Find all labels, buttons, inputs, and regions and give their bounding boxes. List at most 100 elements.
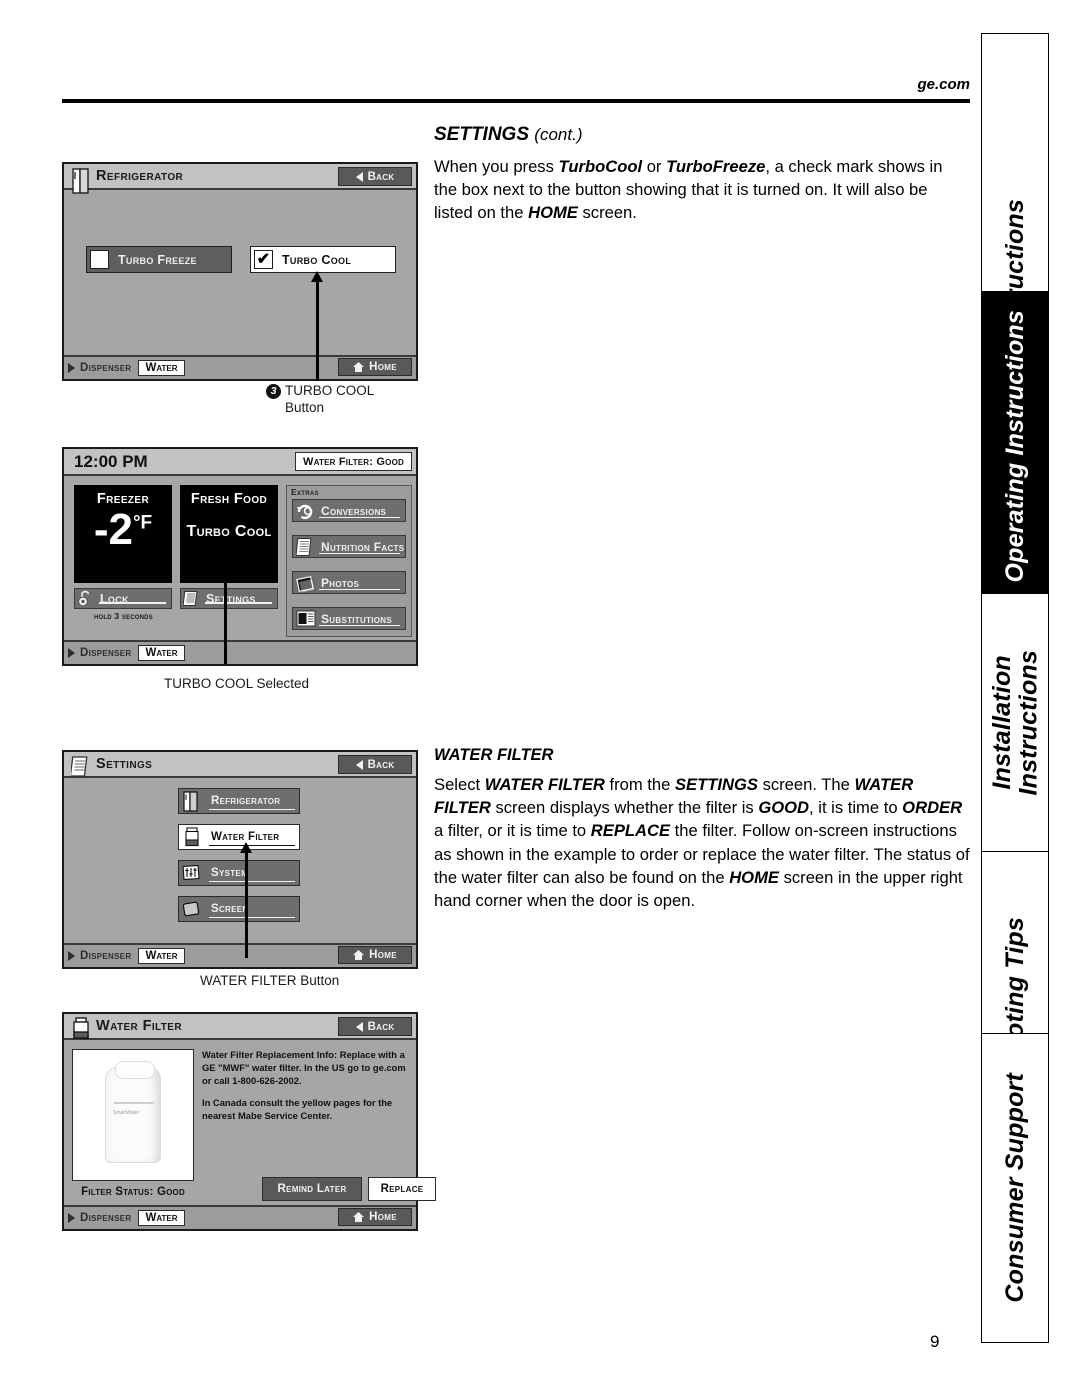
water-mode-pill[interactable]: Water xyxy=(138,948,185,964)
settings-paragraph: When you press TurboCool or TurboFreeze,… xyxy=(434,157,943,223)
water-filter-heading: WATER FILTER xyxy=(434,746,554,764)
conversions-icon xyxy=(297,504,313,520)
settings-item-refrigerator[interactable]: Refrigerator xyxy=(178,788,300,814)
remind-later-label: Remind Later xyxy=(277,1183,347,1195)
lock-button[interactable]: Lock xyxy=(74,588,172,609)
turbo-cool-toggle[interactable]: ✔ Turbo Cool xyxy=(250,246,396,273)
water-mode-pill[interactable]: Water xyxy=(138,645,185,661)
side-tab-label: Consumer Support xyxy=(1000,1073,1029,1303)
screen-title-bar: Water Filter Back xyxy=(64,1014,416,1040)
turbo-cool-checkbox[interactable]: ✔ xyxy=(254,250,273,269)
filter-info-paragraph-2: In Canada consult the yellow pages for t… xyxy=(202,1096,393,1121)
side-tab-label: Installation Instructions xyxy=(987,650,1043,796)
extras-item-label: Conversions xyxy=(321,503,387,518)
water-filter-status-badge[interactable]: Water Filter: Good xyxy=(295,452,412,471)
extras-item-conversions[interactable]: Conversions xyxy=(292,499,406,522)
extras-label: Extras xyxy=(291,487,319,497)
screen-title: Refrigerator xyxy=(96,168,184,184)
side-tab-label: Operating Instructions xyxy=(1000,309,1029,583)
settings-item-screen[interactable]: Screen xyxy=(178,896,300,922)
callout-arrow-turbo-cool-selected xyxy=(219,572,230,664)
settings-screen[interactable]: Settings Back Refrigerator Water Filter xyxy=(62,750,418,969)
extras-panel: Extras Conversions Nutrition Facts Photo… xyxy=(286,485,412,637)
home-button-label: Home xyxy=(369,1211,397,1223)
dispenser-label: Dispenser xyxy=(80,362,132,374)
home-button[interactable]: Home xyxy=(338,358,412,376)
turbo-freeze-checkbox[interactable] xyxy=(90,250,109,269)
home-button-label: Home xyxy=(369,361,397,373)
turbo-freeze-label: Turbo Freeze xyxy=(118,252,197,267)
system-sliders-icon xyxy=(182,864,200,881)
refrigerator-icon xyxy=(72,168,89,194)
photos-icon xyxy=(296,575,316,594)
home-icon xyxy=(353,362,365,372)
water-mode-pill[interactable]: Water xyxy=(138,1210,185,1226)
water-filter-section: WATER FILTER Select WATER FILTER from th… xyxy=(434,746,970,912)
back-button[interactable]: Back xyxy=(338,1017,412,1036)
refrigerator-screen[interactable]: Refrigerator Back Turbo Freeze ✔ Turbo C… xyxy=(62,162,418,381)
water-filter-paragraph: Select WATER FILTER from the SETTINGS sc… xyxy=(434,775,970,911)
fresh-food-zone-label: Fresh Food xyxy=(190,491,268,507)
water-filter-icon xyxy=(185,827,199,847)
turbo-cool-caption: 3 TURBO COOL Button xyxy=(266,383,374,417)
home-button[interactable]: Home xyxy=(338,1208,412,1226)
water-filter-screen[interactable]: Water Filter Back SmartWater Filter Stat… xyxy=(62,1012,436,1231)
callout-badge: 3 xyxy=(266,384,281,400)
lock-icon xyxy=(78,590,90,607)
extras-item-label: Nutrition Facts xyxy=(321,539,405,554)
extras-item-label: Photos xyxy=(321,575,360,590)
settings-section: SETTINGS (cont.) When you press TurboCoo… xyxy=(434,124,970,225)
page-number: 9 xyxy=(930,1332,940,1351)
home-button[interactable]: Home xyxy=(338,946,412,964)
extras-item-photos[interactable]: Photos xyxy=(292,571,406,594)
dispenser-label: Dispenser xyxy=(80,950,132,962)
back-button-label: Back xyxy=(367,170,395,183)
settings-pages-icon xyxy=(183,591,198,606)
water-filter-icon xyxy=(73,1017,89,1039)
back-button[interactable]: Back xyxy=(338,755,412,774)
water-mode-pill[interactable]: Water xyxy=(138,360,185,376)
fresh-food-tile[interactable]: Fresh Food Turbo Cool xyxy=(180,485,278,583)
turbo-cool-caption-line1: TURBO COOL xyxy=(285,383,375,398)
callout-arrow-water-filter-button xyxy=(240,842,251,958)
home-screen[interactable]: 12:00 PM Water Filter: Good Freezer -2°F… xyxy=(62,447,418,666)
site-url: ge.com xyxy=(917,76,970,93)
home-icon xyxy=(353,1212,365,1222)
filter-brand-mark: SmartWater xyxy=(113,1110,140,1116)
replace-button[interactable]: Replace xyxy=(368,1177,436,1201)
settings-item-label: Screen xyxy=(211,903,249,915)
home-button-label: Home xyxy=(369,949,397,961)
settings-button[interactable]: Settings xyxy=(180,588,278,609)
freezer-tile[interactable]: Freezer -2°F xyxy=(74,485,172,583)
settings-item-system[interactable]: System xyxy=(178,860,300,886)
filter-cartridge-graphic: SmartWater xyxy=(105,1061,161,1163)
extras-item-substitutions[interactable]: Substitutions xyxy=(292,607,406,630)
dispenser-label: Dispenser xyxy=(80,1212,132,1224)
screen-title: Water Filter xyxy=(96,1018,182,1034)
back-button[interactable]: Back xyxy=(338,167,412,186)
screen-bottom-bar: Dispenser Water Home xyxy=(64,355,416,379)
side-tab-consumer-support[interactable]: Consumer Support xyxy=(981,1033,1049,1343)
screen-title-bar: Settings Back xyxy=(64,752,416,778)
section-tab-column: Safety Instructions Operating Instructio… xyxy=(981,33,1049,1343)
remind-later-button[interactable]: Remind Later xyxy=(262,1177,362,1201)
turbo-freeze-toggle[interactable]: Turbo Freeze xyxy=(86,246,232,273)
dispenser-arrow-icon xyxy=(68,951,75,961)
side-tab-installation-instructions[interactable]: Installation Instructions xyxy=(981,593,1049,853)
filter-info-paragraph-1: Water Filter Replacement Info: Replace w… xyxy=(202,1049,406,1086)
extras-item-label: Substitutions xyxy=(321,611,393,626)
filter-info-text: Water Filter Replacement Info: Replace w… xyxy=(202,1049,410,1123)
screen-bottom-bar: Dispenser Water Home xyxy=(64,943,416,967)
extras-item-nutrition-facts[interactable]: Nutrition Facts xyxy=(292,535,406,558)
home-icon xyxy=(353,950,365,960)
home-screen-caption: TURBO COOL Selected xyxy=(164,676,310,691)
back-button-label: Back xyxy=(367,758,395,771)
settings-heading-main: SETTINGS xyxy=(434,124,530,145)
settings-heading: SETTINGS (cont.) xyxy=(434,124,970,146)
filter-status-label: Filter Status: Good xyxy=(81,1186,185,1198)
dispenser-arrow-icon xyxy=(68,363,75,373)
turbo-cool-caption-line2: Button xyxy=(285,399,325,415)
substitutions-icon xyxy=(296,610,316,627)
callout-arrow-turbo-cool xyxy=(311,271,322,381)
side-tab-operating-instructions[interactable]: Operating Instructions xyxy=(981,291,1049,601)
